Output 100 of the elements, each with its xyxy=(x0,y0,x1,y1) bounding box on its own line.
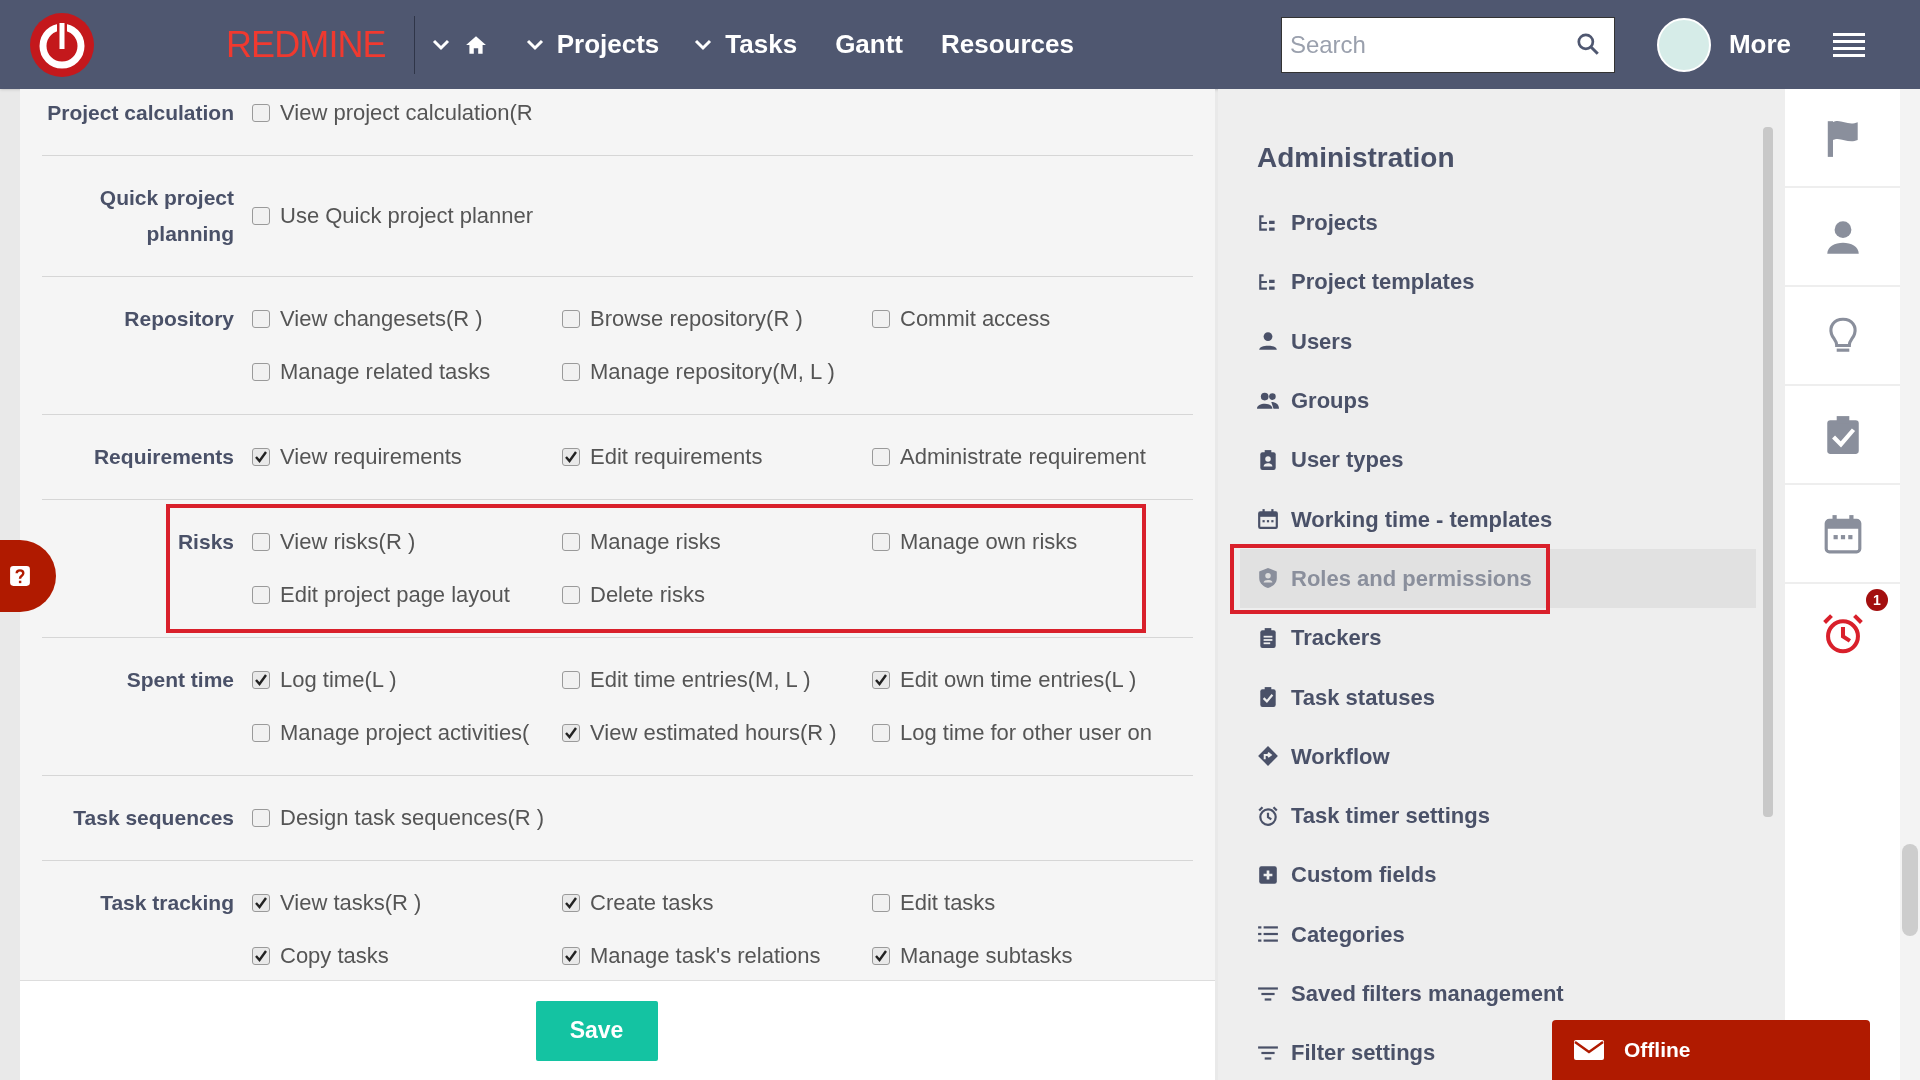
permission-label[interactable]: Edit tasks xyxy=(900,885,996,921)
plus-square-icon xyxy=(1257,863,1279,886)
permission-label[interactable]: Log time(L ) xyxy=(280,662,397,698)
nav-link[interactable]: Resources xyxy=(941,25,1074,64)
sidebar-item[interactable]: Categories xyxy=(1240,904,1415,964)
sidebar-item[interactable]: Working time - templates xyxy=(1240,489,1563,549)
permission-label[interactable]: Log time for other user on xyxy=(900,715,1152,751)
permission-label[interactable]: Use Quick project planner xyxy=(280,198,534,234)
sidebar-item[interactable]: Trackers xyxy=(1240,608,1392,668)
envelope-icon xyxy=(1574,1038,1604,1062)
section-label: Spent time xyxy=(125,667,235,693)
search-field[interactable]: Search xyxy=(1280,16,1615,73)
checkbox[interactable] xyxy=(252,533,270,551)
checkbox[interactable] xyxy=(872,310,890,328)
checkbox[interactable] xyxy=(872,724,890,742)
sidebar-item[interactable]: Task timer settings xyxy=(1240,785,1500,846)
sidebar-item[interactable]: Project templates xyxy=(1240,252,1485,312)
permission-label[interactable]: View changesets(R ) xyxy=(280,301,483,337)
checkbox[interactable] xyxy=(562,724,580,742)
permission-label[interactable]: Edit requirements xyxy=(590,439,763,475)
nav-link[interactable]: Tasks xyxy=(725,25,798,64)
permission-label[interactable]: Commit access xyxy=(900,301,1051,337)
scrollbar[interactable] xyxy=(1763,127,1773,817)
checkbox[interactable] xyxy=(252,586,270,604)
sidebar-item[interactable]: User types xyxy=(1240,430,1414,490)
permission-label[interactable]: Manage project activities( xyxy=(280,715,530,751)
permission-label[interactable]: Delete risks xyxy=(590,577,705,613)
sidebar-item[interactable]: Task statuses xyxy=(1240,667,1445,727)
sidebar-item[interactable]: Filter settings xyxy=(1240,1023,1446,1080)
sidebar-item[interactable]: Custom fields xyxy=(1240,845,1447,905)
checkbox[interactable] xyxy=(252,894,270,912)
section-label: Quick project planning xyxy=(98,185,235,247)
checkbox[interactable] xyxy=(252,104,270,122)
permission-label[interactable]: View estimated hours(R ) xyxy=(590,715,837,751)
sidebar-item[interactable]: Users xyxy=(1240,311,1363,371)
section-label: Task tracking xyxy=(99,890,235,916)
permission-label[interactable]: Design task sequences(R ) xyxy=(280,800,545,836)
section-label: Task sequences xyxy=(72,805,235,831)
permission-label[interactable]: View tasks(R ) xyxy=(280,885,422,921)
search-icon[interactable] xyxy=(1574,30,1601,57)
section-label: Repository xyxy=(123,306,235,332)
permission-label[interactable]: Copy tasks xyxy=(280,938,389,974)
checkbox[interactable] xyxy=(252,207,270,225)
checkbox[interactable] xyxy=(562,947,580,965)
notification-badge: 1 xyxy=(1866,589,1888,611)
checkbox[interactable] xyxy=(562,894,580,912)
alarm-clock-icon xyxy=(1257,804,1279,827)
diamond-arrow-icon xyxy=(1257,745,1279,768)
nav-link[interactable]: Gantt xyxy=(835,25,903,64)
section-label: Risks xyxy=(176,529,235,555)
checkbox[interactable] xyxy=(562,448,580,466)
section-label: Project calculation xyxy=(46,100,235,126)
scrollbar[interactable] xyxy=(1902,844,1918,936)
user-icon xyxy=(1257,330,1279,353)
checkbox[interactable] xyxy=(872,894,890,912)
permission-label[interactable]: Edit project page layout xyxy=(280,577,510,613)
checkbox[interactable] xyxy=(252,671,270,689)
permission-label[interactable]: Edit own time entries(L ) xyxy=(900,662,1137,698)
menu-icon[interactable] xyxy=(1833,31,1865,58)
permission-label[interactable]: View requirements xyxy=(280,439,462,475)
checkbox[interactable] xyxy=(252,310,270,328)
sidebar-item[interactable]: Projects xyxy=(1240,193,1388,253)
permission-label[interactable]: Manage subtasks xyxy=(900,938,1073,974)
permission-label[interactable]: Edit time entries(M, L ) xyxy=(590,662,811,698)
checkbox[interactable] xyxy=(562,671,580,689)
checkbox[interactable] xyxy=(562,533,580,551)
checkbox[interactable] xyxy=(872,448,890,466)
calendar-icon xyxy=(1257,508,1279,531)
checkbox[interactable] xyxy=(252,363,270,381)
permission-label[interactable]: Browse repository(R ) xyxy=(590,301,803,337)
permission-label[interactable]: Manage own risks xyxy=(900,524,1078,560)
checkbox[interactable] xyxy=(562,586,580,604)
checkbox[interactable] xyxy=(562,310,580,328)
permission-label[interactable]: Administrate requirement xyxy=(900,439,1146,475)
permission-label[interactable]: Manage related tasks xyxy=(280,354,491,390)
checkbox[interactable] xyxy=(252,724,270,742)
permission-label[interactable]: Manage task's relations xyxy=(590,938,821,974)
permission-label[interactable]: Manage repository(M, L ) xyxy=(590,354,835,390)
checkbox[interactable] xyxy=(562,363,580,381)
help-icon xyxy=(9,565,31,587)
checkbox[interactable] xyxy=(872,947,890,965)
permission-label[interactable]: View project calculation(R xyxy=(280,95,533,131)
checkbox[interactable] xyxy=(872,671,890,689)
shield-icon xyxy=(1257,567,1279,590)
nav-link[interactable]: Projects xyxy=(556,25,660,64)
sidebar-item[interactable]: Workflow xyxy=(1240,726,1400,786)
sidebar-item[interactable]: Groups xyxy=(1240,370,1380,431)
checkbox[interactable] xyxy=(252,448,270,466)
chat-button[interactable]: Offline xyxy=(1552,1020,1870,1080)
clipboard-icon xyxy=(1257,626,1279,649)
logo-icon[interactable] xyxy=(30,12,94,77)
more-menu[interactable]: More xyxy=(1728,25,1791,64)
checkbox[interactable] xyxy=(872,533,890,551)
badge-icon xyxy=(1257,448,1279,471)
checkbox[interactable] xyxy=(252,947,270,965)
permission-label[interactable]: Create tasks xyxy=(590,885,714,921)
permission-label[interactable]: View risks(R ) xyxy=(280,524,416,560)
sidebar-title: Administration xyxy=(1257,141,1456,175)
permission-label[interactable]: Manage risks xyxy=(590,524,721,560)
checkbox[interactable] xyxy=(252,809,270,827)
